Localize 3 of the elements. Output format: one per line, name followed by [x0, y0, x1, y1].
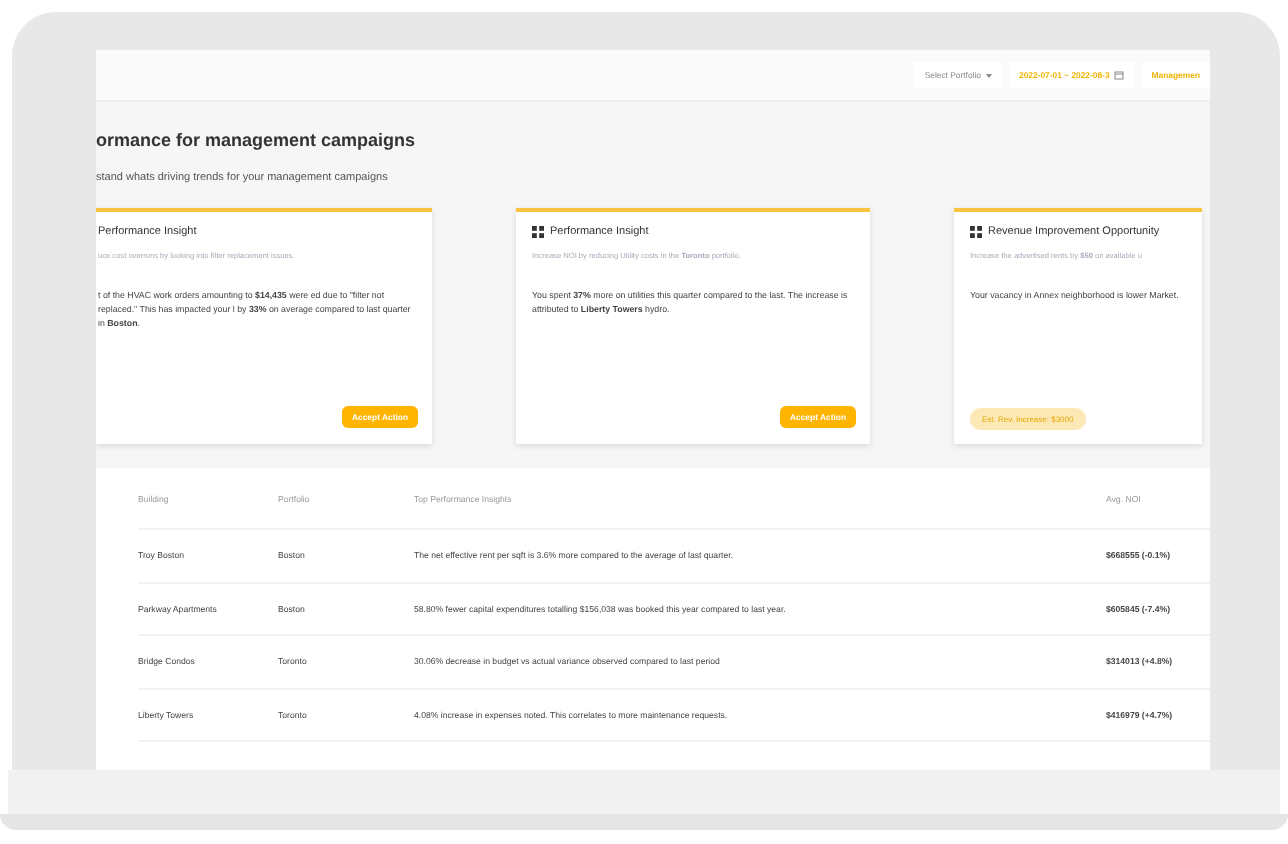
page-title: ormance for management campaigns: [96, 130, 418, 150]
caret-icon: [985, 73, 991, 77]
calendar-icon: [1113, 70, 1124, 80]
